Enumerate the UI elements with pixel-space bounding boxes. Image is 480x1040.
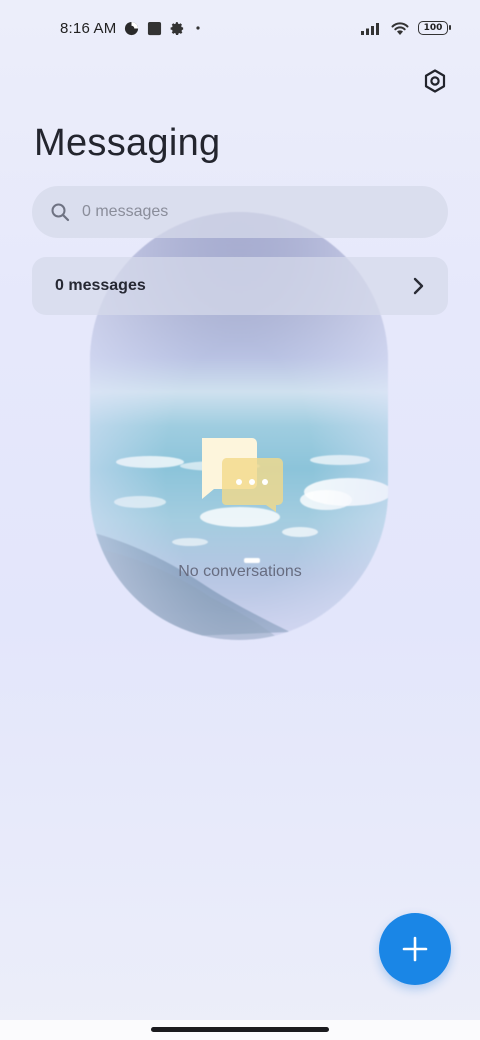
search-placeholder: 0 messages: [82, 203, 169, 220]
settings-icon: [424, 69, 446, 93]
data-saver-icon: [124, 21, 139, 36]
wifi-icon: [390, 20, 410, 36]
settings-button[interactable]: [420, 66, 450, 96]
home-indicator[interactable]: [151, 1027, 329, 1032]
app-notification-icon: [147, 21, 162, 36]
new-conversation-button[interactable]: [379, 913, 451, 985]
status-bar-right: 100: [360, 20, 451, 36]
signal-icon: [360, 21, 382, 35]
search-icon: [51, 203, 70, 222]
messages-summary-row[interactable]: 0 messages: [32, 257, 448, 315]
status-bar: 8:16 AM 100: [0, 0, 480, 56]
plus-icon: [402, 936, 428, 962]
empty-state-text: No conversations: [178, 563, 302, 580]
dot-icon: [193, 23, 203, 33]
messages-summary-label: 0 messages: [55, 277, 146, 294]
chevron-right-icon: [413, 277, 424, 295]
settings-gear-icon: [170, 21, 185, 36]
status-time: 8:16 AM: [60, 19, 117, 37]
status-bar-left: 8:16 AM: [60, 20, 203, 37]
search-bar[interactable]: 0 messages: [32, 186, 448, 238]
battery-icon: 100: [418, 21, 451, 35]
page-title: Messaging: [34, 122, 221, 164]
chat-bubbles-icon: [202, 438, 283, 512]
